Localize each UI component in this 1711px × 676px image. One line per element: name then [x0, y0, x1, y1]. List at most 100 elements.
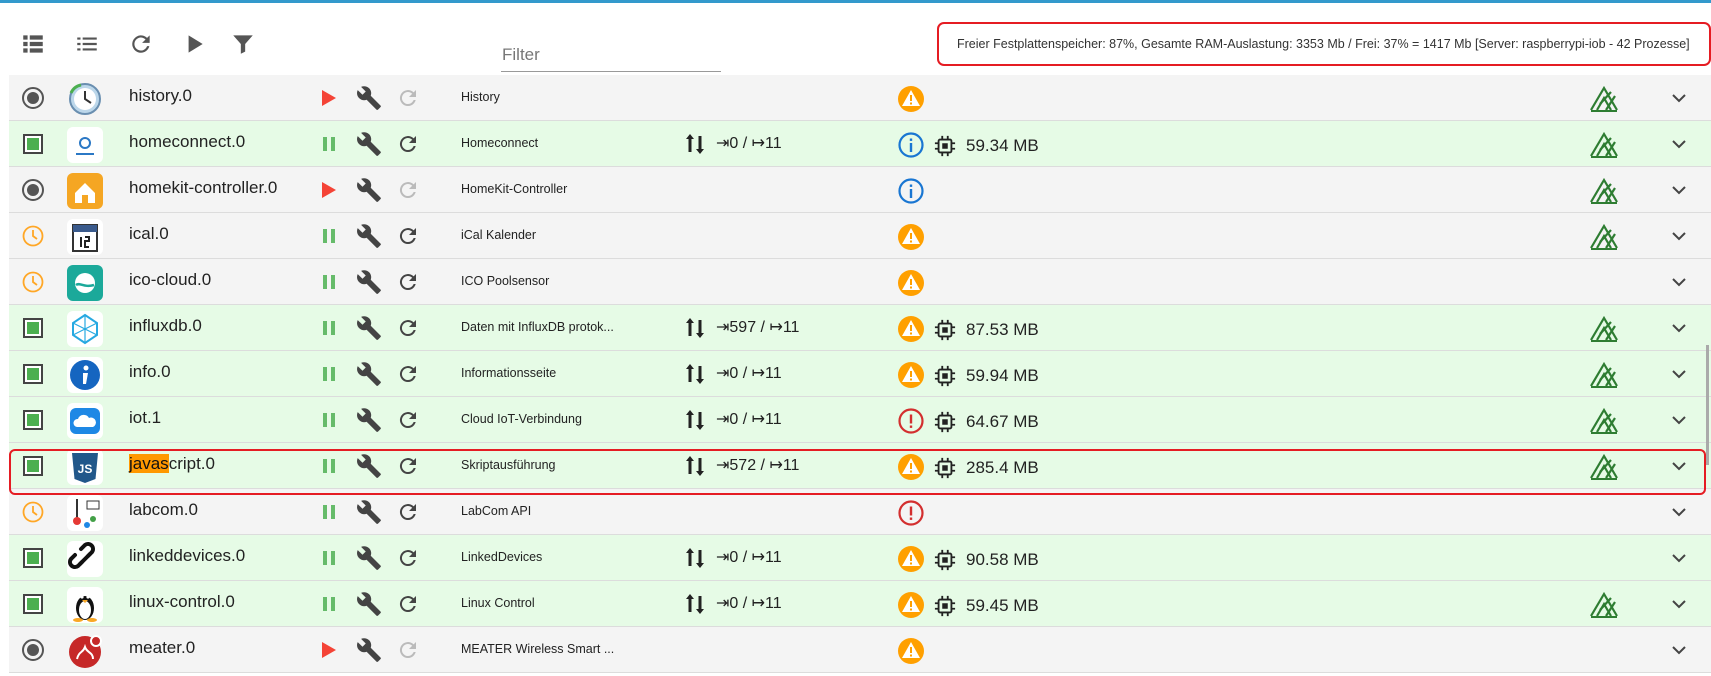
expand-chevron-icon[interactable]: [1669, 180, 1689, 200]
warning-icon[interactable]: [897, 315, 925, 343]
adapter-row[interactable]: info.0 Informationsseite ⇥0 / ↦11 59.94 MB: [9, 351, 1711, 397]
scrollbar[interactable]: [1706, 345, 1709, 465]
expand-chevron-icon[interactable]: [1669, 134, 1689, 154]
status-running-icon: [23, 318, 43, 338]
info-icon[interactable]: [897, 177, 925, 205]
restart-instance-icon[interactable]: [396, 316, 420, 340]
expand-chevron-icon[interactable]: [1669, 364, 1689, 384]
meater-logo-icon: [67, 633, 103, 669]
warning-icon[interactable]: [897, 361, 925, 389]
restart-instance-icon[interactable]: [396, 178, 420, 202]
status-running-icon: [23, 364, 43, 384]
linux-tux-logo-icon: [67, 587, 103, 623]
settings-wrench-icon[interactable]: [356, 177, 382, 203]
adapter-row[interactable]: meater.0 MEATER Wireless Smart ...: [9, 627, 1711, 673]
restart-instance-icon[interactable]: [396, 132, 420, 156]
error-icon[interactable]: [897, 499, 925, 527]
adapter-row[interactable]: JS javascript.0 Skriptausführung ⇥572 / ↦11…: [9, 443, 1711, 489]
io-counts: ⇥0 / ↦11: [716, 595, 782, 612]
adapter-row[interactable]: influxdb.0 Daten mit InfluxDB protok... ⇥5…: [9, 305, 1711, 351]
settings-wrench-icon[interactable]: [356, 499, 382, 525]
settings-wrench-icon[interactable]: [356, 545, 382, 571]
expand-chevron-icon[interactable]: [1669, 640, 1689, 660]
warning-icon[interactable]: [897, 85, 925, 113]
memory-usage: 59.94 MB: [966, 366, 1039, 385]
expand-chevron-icon[interactable]: [1669, 410, 1689, 430]
io-counts: ⇥0 / ↦11: [716, 365, 782, 382]
adapter-row[interactable]: linux-control.0 Linux Control ⇥0 / ↦11 59.4…: [9, 581, 1711, 627]
view-list-icon[interactable]: [20, 31, 46, 57]
restart-instance-icon[interactable]: [396, 408, 420, 432]
pause-instance-icon[interactable]: [320, 273, 338, 291]
expand-chevron-icon[interactable]: [1669, 272, 1689, 292]
settings-wrench-icon[interactable]: [356, 591, 382, 617]
adapter-row[interactable]: history.0 History: [9, 75, 1711, 121]
expand-chevron-icon[interactable]: [1669, 456, 1689, 476]
settings-wrench-icon[interactable]: [356, 637, 382, 663]
restart-instance-icon[interactable]: [396, 638, 420, 662]
restart-instance-icon[interactable]: [396, 500, 420, 524]
warning-icon[interactable]: [897, 269, 925, 297]
instance-name: ical.0: [129, 224, 169, 243]
settings-wrench-icon[interactable]: [356, 315, 382, 341]
settings-wrench-icon[interactable]: [356, 85, 382, 111]
restart-instance-icon[interactable]: [396, 86, 420, 110]
pause-instance-icon[interactable]: [320, 319, 338, 337]
settings-wrench-icon[interactable]: [356, 223, 382, 249]
settings-wrench-icon[interactable]: [356, 361, 382, 387]
refresh-icon[interactable]: [128, 31, 154, 57]
warning-icon[interactable]: [897, 591, 925, 619]
filter-input[interactable]: [501, 39, 721, 72]
warning-icon[interactable]: [897, 637, 925, 665]
pause-instance-icon[interactable]: [320, 411, 338, 429]
expand-chevron-icon[interactable]: [1669, 88, 1689, 108]
restart-instance-icon[interactable]: [396, 224, 420, 248]
pause-instance-icon[interactable]: [320, 365, 338, 383]
pause-instance-icon[interactable]: [320, 135, 338, 153]
start-instance-icon[interactable]: [320, 180, 338, 200]
start-instance-icon[interactable]: [320, 640, 338, 660]
view-compact-icon[interactable]: [74, 31, 100, 57]
instance-title: HomeKit-Controller: [461, 182, 568, 196]
adapter-row[interactable]: homekit-controller.0 HomeKit-Controller: [9, 167, 1711, 213]
search-match-highlight: javas: [129, 454, 169, 473]
expand-chevron-icon[interactable]: [1669, 548, 1689, 568]
pause-instance-icon[interactable]: [320, 595, 338, 613]
warning-icon[interactable]: [897, 545, 925, 573]
pause-instance-icon[interactable]: [320, 503, 338, 521]
connected-signal-icon: [1589, 590, 1619, 618]
pause-instance-icon[interactable]: [320, 457, 338, 475]
instance-title: LinkedDevices: [461, 550, 543, 564]
expand-chevron-icon[interactable]: [1669, 226, 1689, 246]
warning-icon[interactable]: [897, 223, 925, 251]
memory-usage: 59.45 MB: [966, 596, 1039, 615]
settings-wrench-icon[interactable]: [356, 269, 382, 295]
filter-icon[interactable]: [230, 31, 256, 57]
pause-instance-icon[interactable]: [320, 227, 338, 245]
start-instance-icon[interactable]: [320, 88, 338, 108]
restart-instance-icon[interactable]: [396, 270, 420, 294]
adapter-row[interactable]: ico-cloud.0 ICO Poolsensor: [9, 259, 1711, 305]
expand-chevron-icon[interactable]: [1669, 594, 1689, 614]
io-counts: ⇥0 / ↦11: [716, 135, 782, 152]
adapter-row[interactable]: labcom.0 LabCom API: [9, 489, 1711, 535]
restart-instance-icon[interactable]: [396, 454, 420, 478]
adapter-row[interactable]: iot.1 Cloud IoT-Verbindung ⇥0 / ↦11 64.67 M…: [9, 397, 1711, 443]
instance-title: MEATER Wireless Smart ...: [461, 642, 615, 656]
restart-instance-icon[interactable]: [396, 592, 420, 616]
adapter-row[interactable]: linkeddevices.0 LinkedDevices ⇥0 / ↦11 90.5…: [9, 535, 1711, 581]
restart-instance-icon[interactable]: [396, 362, 420, 386]
pause-instance-icon[interactable]: [320, 549, 338, 567]
play-icon[interactable]: [181, 31, 207, 57]
expand-chevron-icon[interactable]: [1669, 318, 1689, 338]
settings-wrench-icon[interactable]: [356, 407, 382, 433]
settings-wrench-icon[interactable]: [356, 131, 382, 157]
settings-wrench-icon[interactable]: [356, 453, 382, 479]
restart-instance-icon[interactable]: [396, 546, 420, 570]
expand-chevron-icon[interactable]: [1669, 502, 1689, 522]
warning-icon[interactable]: [897, 453, 925, 481]
info-icon[interactable]: [897, 131, 925, 159]
adapter-row[interactable]: ical.0 iCal Kalender: [9, 213, 1711, 259]
error-icon[interactable]: [897, 407, 925, 435]
adapter-row[interactable]: homeconnect.0 Homeconnect ⇥0 / ↦11 59.34 MB: [9, 121, 1711, 167]
